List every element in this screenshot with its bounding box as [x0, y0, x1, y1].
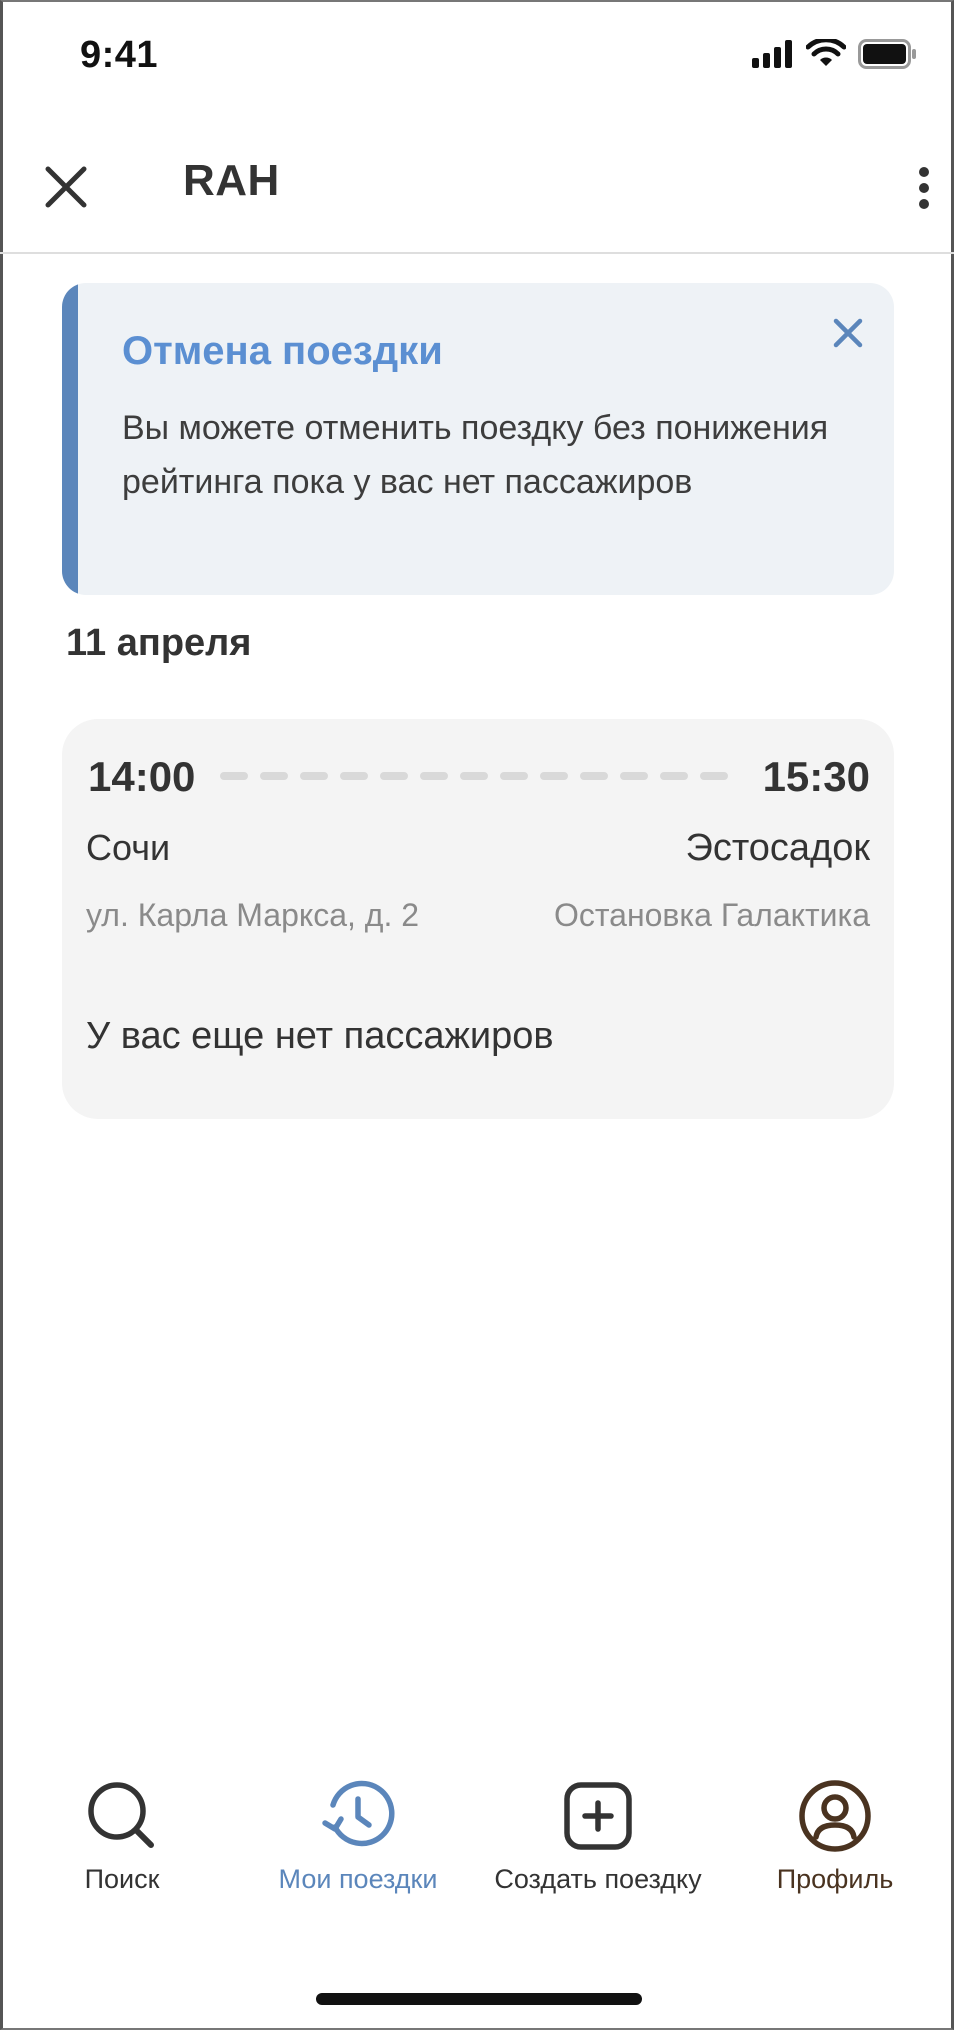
- nav-label-create-trip: Создать поездку: [494, 1864, 702, 1894]
- passengers-status: У вас еще нет пассажиров: [86, 1015, 554, 1057]
- arrival-city: Эстосадок: [685, 827, 871, 869]
- profile-icon: [799, 1780, 871, 1852]
- cellular-signal-icon: [752, 39, 794, 73]
- nav-item-profile[interactable]: Профиль: [772, 1778, 898, 1908]
- route-dashed-line: [220, 772, 740, 780]
- nav-item-my-trips[interactable]: Мои поездки: [268, 1778, 448, 1908]
- trip-card[interactable]: 14:00 15:30 Сочи Эстосадок ул. Карла Мар…: [62, 719, 894, 1119]
- departure-time: 14:00: [88, 753, 196, 800]
- home-indicator: [316, 1993, 642, 2005]
- nav-item-create-trip[interactable]: Создать поездку: [487, 1778, 709, 1908]
- close-icon: [833, 318, 863, 348]
- battery-icon: [858, 38, 918, 74]
- plus-square-icon: [564, 1782, 632, 1850]
- departure-city: Сочи: [86, 827, 171, 868]
- bottom-navigation: Поиск Мои поездки Создать поездку Профил…: [0, 1778, 954, 1908]
- arrival-time: 15:30: [762, 753, 870, 800]
- banner-text: Вы можете отменить поездку без понижения…: [122, 409, 829, 501]
- banner-close-button[interactable]: [824, 309, 872, 357]
- arrival-address: Остановка Галактика: [553, 897, 870, 933]
- date-heading: 11 апреля: [66, 622, 252, 664]
- nav-label-search: Поиск: [84, 1864, 160, 1894]
- status-bar: 9:41: [0, 0, 954, 112]
- nav-label-my-trips: Мои поездки: [278, 1864, 438, 1894]
- nav-item-search[interactable]: Поиск: [62, 1778, 182, 1908]
- banner-accent-bar: [62, 283, 78, 595]
- history-icon: [322, 1780, 395, 1847]
- close-icon: [45, 166, 87, 208]
- status-time: 9:41: [80, 34, 159, 76]
- search-icon: [88, 1782, 154, 1848]
- more-options-button[interactable]: [904, 164, 944, 212]
- departure-address: ул. Карла Маркса, д. 2: [86, 897, 420, 933]
- more-vertical-icon: [919, 167, 929, 209]
- banner-title: Отмена поездки: [122, 329, 443, 373]
- wifi-icon: [805, 36, 847, 74]
- app-header: RAH: [0, 112, 954, 254]
- close-button[interactable]: [36, 157, 96, 217]
- status-icons: [752, 36, 918, 74]
- page-title: RAH: [183, 156, 280, 205]
- cancellation-info-banner: Отмена поездки Вы можете отменить поездк…: [62, 283, 894, 595]
- nav-label-profile: Профиль: [776, 1864, 894, 1894]
